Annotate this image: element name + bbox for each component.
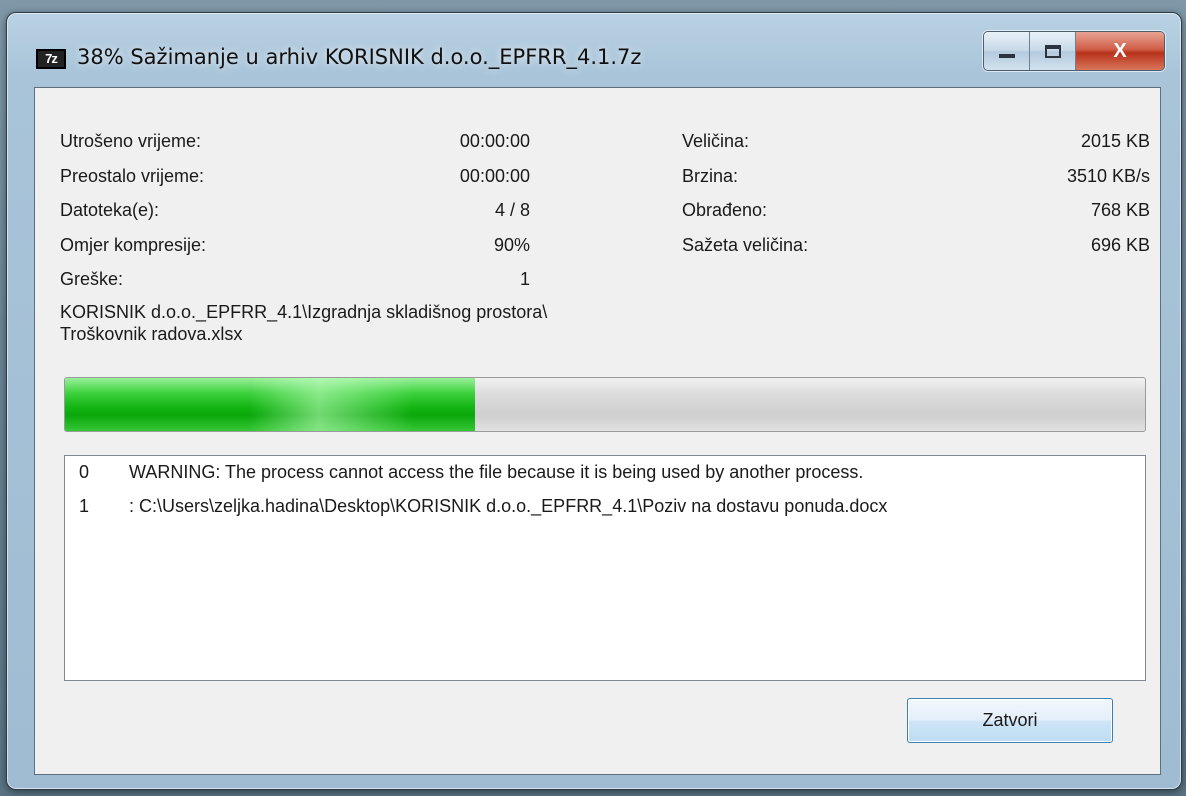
- speed-value: 3510 KB/s: [1066, 166, 1150, 186]
- minimize-button[interactable]: [984, 32, 1030, 70]
- elapsed-time-value: 00:00:00: [459, 131, 530, 151]
- log-item-text: : C:\Users\zeljka.hadina\Desktop\KORISNI…: [129, 496, 888, 516]
- current-file-path-line2: Troškovnik radova.xlsx: [60, 324, 243, 344]
- compressed-size-label: Sažeta veličina:: [682, 235, 809, 255]
- 7zip-app-icon: 7z: [36, 49, 66, 69]
- size-value: 2015 KB: [1080, 131, 1150, 151]
- title-bar[interactable]: 7z 38% Sažimanje u arhiv KORISNIK d.o.o.…: [7, 13, 1181, 81]
- speed-label: Brzina:: [682, 166, 739, 186]
- compression-ratio-value: 90%: [493, 235, 530, 255]
- processed-value: 768 KB: [1090, 200, 1150, 220]
- compressed-size-value: 696 KB: [1090, 235, 1150, 255]
- compression-progress-window: 7z 38% Sažimanje u arhiv KORISNIK d.o.o.…: [6, 12, 1182, 790]
- files-label: Datoteka(e):: [60, 200, 160, 220]
- close-icon: X: [1113, 39, 1127, 62]
- caption-buttons: X: [983, 31, 1165, 71]
- close-window-button[interactable]: X: [1076, 32, 1164, 70]
- elapsed-time-label: Utrošeno vrijeme:: [60, 131, 202, 151]
- remaining-time-value: 00:00:00: [459, 166, 530, 186]
- log-item-index: 1: [79, 496, 90, 516]
- current-file-path: KORISNIK d.o.o._EPFRR_4.1\Izgradnja skla…: [60, 301, 547, 345]
- compression-ratio-label: Omjer kompresije:: [60, 235, 207, 255]
- error-log-list[interactable]: 0 WARNING: The process cannot access the …: [64, 455, 1146, 681]
- log-item[interactable]: 0 WARNING: The process cannot access the …: [79, 462, 863, 483]
- maximize-icon: [1044, 44, 1061, 58]
- log-item-index: 0: [79, 462, 90, 482]
- log-item[interactable]: 1 : C:\Users\zeljka.hadina\Desktop\KORISN…: [79, 496, 887, 517]
- progress-bar: [64, 377, 1146, 432]
- close-dialog-button[interactable]: Zatvori: [907, 698, 1113, 743]
- log-item-text: WARNING: The process cannot access the f…: [129, 462, 864, 482]
- minimize-icon: [998, 54, 1015, 58]
- progress-bar-fill: [65, 378, 476, 431]
- files-value: 4 / 8: [494, 200, 530, 220]
- size-label: Veličina:: [682, 131, 750, 151]
- dialog-client-area: Utrošeno vrijeme: 00:00:00 Preostalo vri…: [34, 87, 1161, 775]
- errors-value: 1: [519, 269, 530, 289]
- current-file-path-line1: KORISNIK d.o.o._EPFRR_4.1\Izgradnja skla…: [60, 302, 548, 322]
- window-title: 38% Sažimanje u arhiv KORISNIK d.o.o._EP…: [77, 45, 642, 69]
- remaining-time-label: Preostalo vrijeme:: [60, 166, 205, 186]
- maximize-button[interactable]: [1030, 32, 1076, 70]
- processed-label: Obrađeno:: [682, 200, 768, 220]
- errors-label: Greške:: [60, 269, 124, 289]
